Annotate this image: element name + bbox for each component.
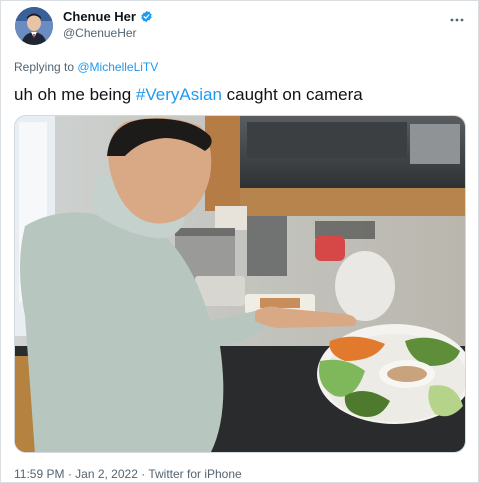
tweet-text: uh oh me being #VeryAsian caught on came…	[14, 85, 363, 105]
tweet-photo[interactable]	[14, 115, 466, 453]
author-name-row: Chenue Her	[63, 9, 153, 24]
tweet-text-before: uh oh me being	[14, 85, 136, 104]
reply-prefix: Replying to	[14, 60, 78, 74]
meta-separator: ·	[137, 467, 149, 481]
more-options-icon[interactable]	[450, 9, 464, 25]
tweet-text-after: caught on camera	[221, 85, 363, 104]
author-name[interactable]: Chenue Her	[63, 9, 136, 24]
hashtag-link[interactable]: #VeryAsian	[136, 85, 222, 104]
meta-separator: ·	[64, 467, 76, 481]
verified-badge-icon	[141, 10, 152, 23]
author-handle[interactable]: @ChenueHer	[63, 26, 137, 40]
avatar-image	[15, 7, 53, 45]
tweet-source[interactable]: Twitter for iPhone	[148, 467, 241, 481]
reply-target-link[interactable]: @MichelleLiTV	[77, 60, 158, 74]
tweet-date[interactable]: Jan 2, 2022	[75, 467, 138, 481]
avatar[interactable]	[15, 7, 53, 45]
tweet-time[interactable]: 11:59 PM	[14, 467, 64, 481]
tweet-card: Chenue Her @ChenueHer Replying to @Miche…	[0, 0, 479, 483]
tweet-meta: 11:59 PM · Jan 2, 2022 · Twitter for iPh…	[14, 467, 242, 481]
kitchen-photo	[15, 116, 465, 452]
reply-context: Replying to @MichelleLiTV	[14, 60, 158, 74]
